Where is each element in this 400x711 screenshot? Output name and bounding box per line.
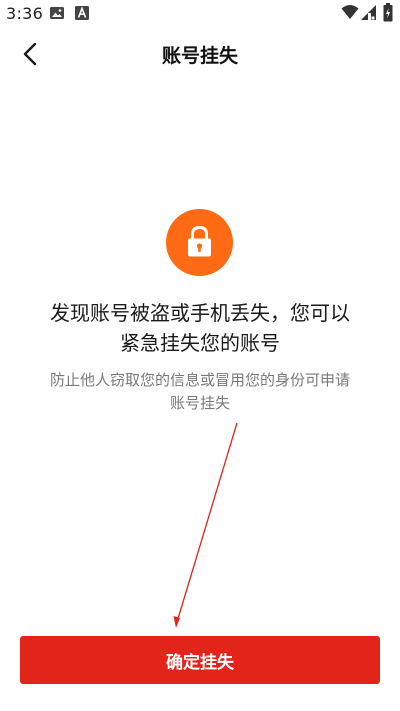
headline-line-2: 紧急挂失您的账号 [120,331,280,355]
image-icon [49,5,65,25]
headline: 发现账号被盗或手机丢失，您可以 紧急挂失您的账号 [20,298,380,358]
status-time: 3:36 [6,4,44,23]
battery-icon [383,3,393,26]
header: 账号挂失 [0,28,400,80]
description-line-1: 防止他人窃取您的信息或冒用您的身份可申请 [49,371,350,389]
wifi-icon [341,4,359,24]
signal-icon [360,4,377,25]
status-bar: 3:36 [0,0,400,28]
description-line-2: 账号挂失 [169,394,230,412]
headline-line-1: 发现账号被盗或手机丢失，您可以 [50,301,350,325]
confirm-report-loss-button[interactable]: 确定挂失 [20,636,380,684]
app-a-icon [74,5,90,25]
page-title: 账号挂失 [161,45,238,67]
description: 防止他人窃取您的信息或冒用您的身份可申请 账号挂失 [30,369,370,415]
account-loss-report-screen: 3:36 账号挂失 发现账号被盗或手机丢失，您可以 紧急挂失您的账号 防止他人窃… [0,0,400,711]
lock-badge [166,209,233,276]
